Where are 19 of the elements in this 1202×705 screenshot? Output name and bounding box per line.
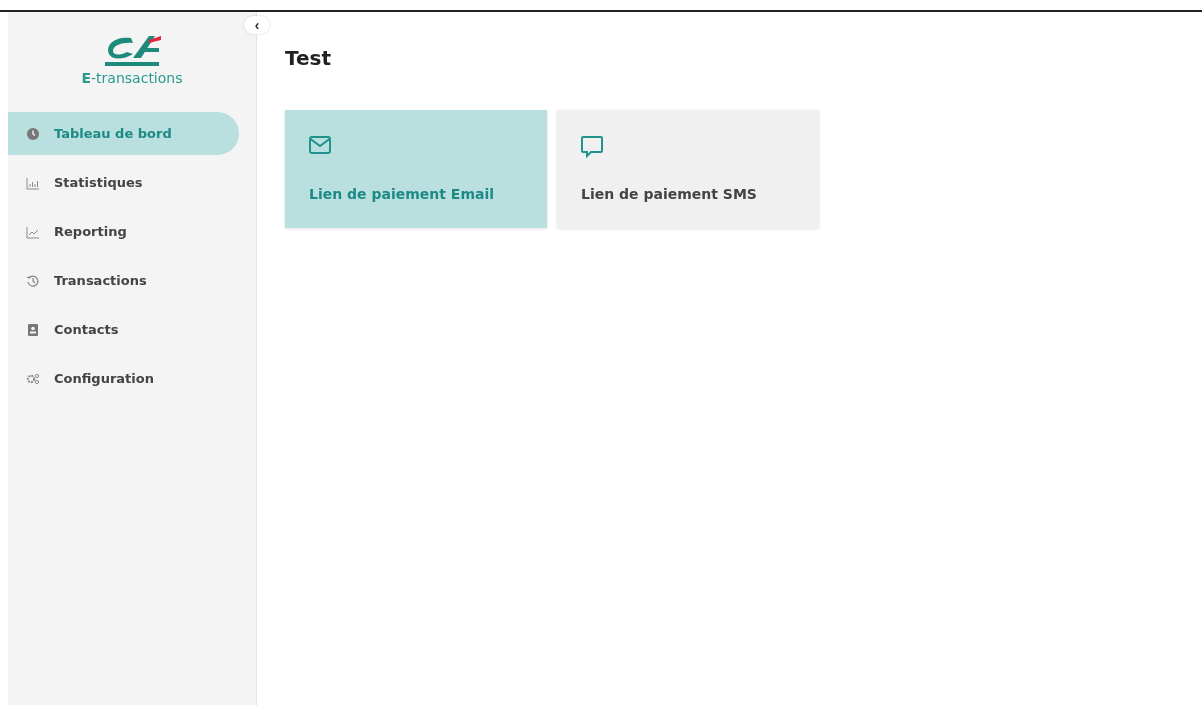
contact-card-icon xyxy=(26,322,40,337)
sidebar-item[interactable]: Transactions xyxy=(8,259,239,302)
sidebar-item[interactable]: Statistiques xyxy=(8,161,239,204)
sidebar-item[interactable]: Configuration xyxy=(8,357,239,400)
action-card[interactable]: Lien de paiement SMS xyxy=(557,110,819,228)
sidebar-item[interactable]: Contacts xyxy=(8,308,239,351)
envelope-icon xyxy=(309,136,331,154)
card-label: Lien de paiement SMS xyxy=(581,186,758,202)
gears-icon xyxy=(26,371,40,386)
clock-icon xyxy=(26,126,40,141)
card-label: Lien de paiement Email xyxy=(309,186,496,202)
sidebar-item[interactable]: Reporting xyxy=(8,210,239,253)
line-chart-icon xyxy=(26,224,40,239)
collapse-button[interactable]: ‹ xyxy=(244,16,270,34)
history-icon xyxy=(26,273,40,288)
speech-bubble-icon xyxy=(581,136,603,158)
bar-chart-icon xyxy=(26,175,40,190)
page-title: Test xyxy=(285,46,332,70)
brand-name: E-transactions xyxy=(81,70,183,86)
